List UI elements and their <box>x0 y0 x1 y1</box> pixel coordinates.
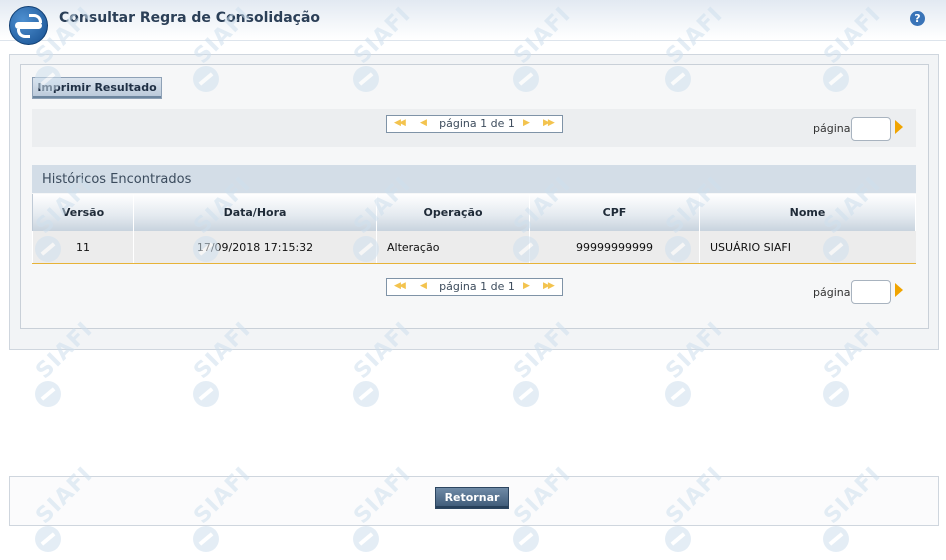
column-header-operation[interactable]: Operação <box>376 194 530 231</box>
page-title: Consultar Regra de Consolidação <box>59 10 321 26</box>
print-results-button[interactable]: Imprimir Resultado <box>32 77 162 99</box>
goto-page-arrow-icon[interactable] <box>895 120 903 134</box>
siafi-watermark-mark: SIAFI <box>189 317 263 415</box>
goto-page-label: página <box>813 286 851 299</box>
siafi-watermark-mark: SIAFI <box>819 317 893 415</box>
top-pagination-bar: ◀◀ ◀ página 1 de 1 ▶ ▶▶ página <box>32 109 916 147</box>
goto-page-input[interactable] <box>851 117 891 141</box>
results-table: Versão Data/Hora Operação CPF Nome 11 17… <box>32 194 916 264</box>
prev-page-icon[interactable]: ◀ <box>420 281 427 291</box>
return-button[interactable]: Retornar <box>435 487 509 509</box>
prev-page-icon[interactable]: ◀ <box>420 118 427 128</box>
goto-page-arrow-icon[interactable] <box>895 283 903 297</box>
last-page-icon[interactable]: ▶▶ <box>543 118 555 128</box>
cell-version: 11 <box>32 231 134 264</box>
siafi-watermark-mark: SIAFI <box>509 317 583 415</box>
column-header-version[interactable]: Versão <box>32 194 134 231</box>
page-indicator: página 1 de 1 <box>439 280 515 293</box>
column-header-datetime[interactable]: Data/Hora <box>133 194 377 231</box>
bottom-pager: ◀◀ ◀ página 1 de 1 ▶ ▶▶ <box>386 278 563 296</box>
goto-page-input[interactable] <box>851 280 891 304</box>
table-row[interactable]: 11 17/09/2018 17:15:32 Alteração 9999999… <box>32 231 916 264</box>
main-panel: Imprimir Resultado ◀◀ ◀ página 1 de 1 ▶ … <box>9 54 939 350</box>
cell-name: USUÁRIO SIAFI <box>699 231 916 264</box>
results-title: Históricos Encontrados <box>32 165 916 193</box>
siafi-watermark-mark: SIAFI <box>661 317 735 415</box>
results-container: Imprimir Resultado ◀◀ ◀ página 1 de 1 ▶ … <box>20 64 929 329</box>
next-page-icon[interactable]: ▶ <box>523 281 530 291</box>
page-indicator: página 1 de 1 <box>439 117 515 130</box>
siafi-watermark-mark: SIAFI <box>31 317 105 415</box>
column-header-name[interactable]: Nome <box>699 194 916 231</box>
help-icon[interactable]: ? <box>910 11 925 26</box>
last-page-icon[interactable]: ▶▶ <box>543 281 555 291</box>
column-header-cpf[interactable]: CPF <box>529 194 700 231</box>
goto-page-label: página <box>813 122 851 135</box>
cell-datetime: 17/09/2018 17:15:32 <box>133 231 377 264</box>
footer-bar: Retornar <box>9 476 939 526</box>
cell-cpf: 99999999999 <box>529 231 700 264</box>
first-page-icon[interactable]: ◀◀ <box>394 118 406 128</box>
first-page-icon[interactable]: ◀◀ <box>394 281 406 291</box>
next-page-icon[interactable]: ▶ <box>523 118 530 128</box>
siafi-watermark-mark: SIAFI <box>349 317 423 415</box>
cell-operation: Alteração <box>376 231 530 264</box>
page-header: Consultar Regra de Consolidação ? <box>0 0 946 45</box>
top-pager: ◀◀ ◀ página 1 de 1 ▶ ▶▶ <box>386 115 563 133</box>
siafi-logo-icon <box>9 6 48 45</box>
